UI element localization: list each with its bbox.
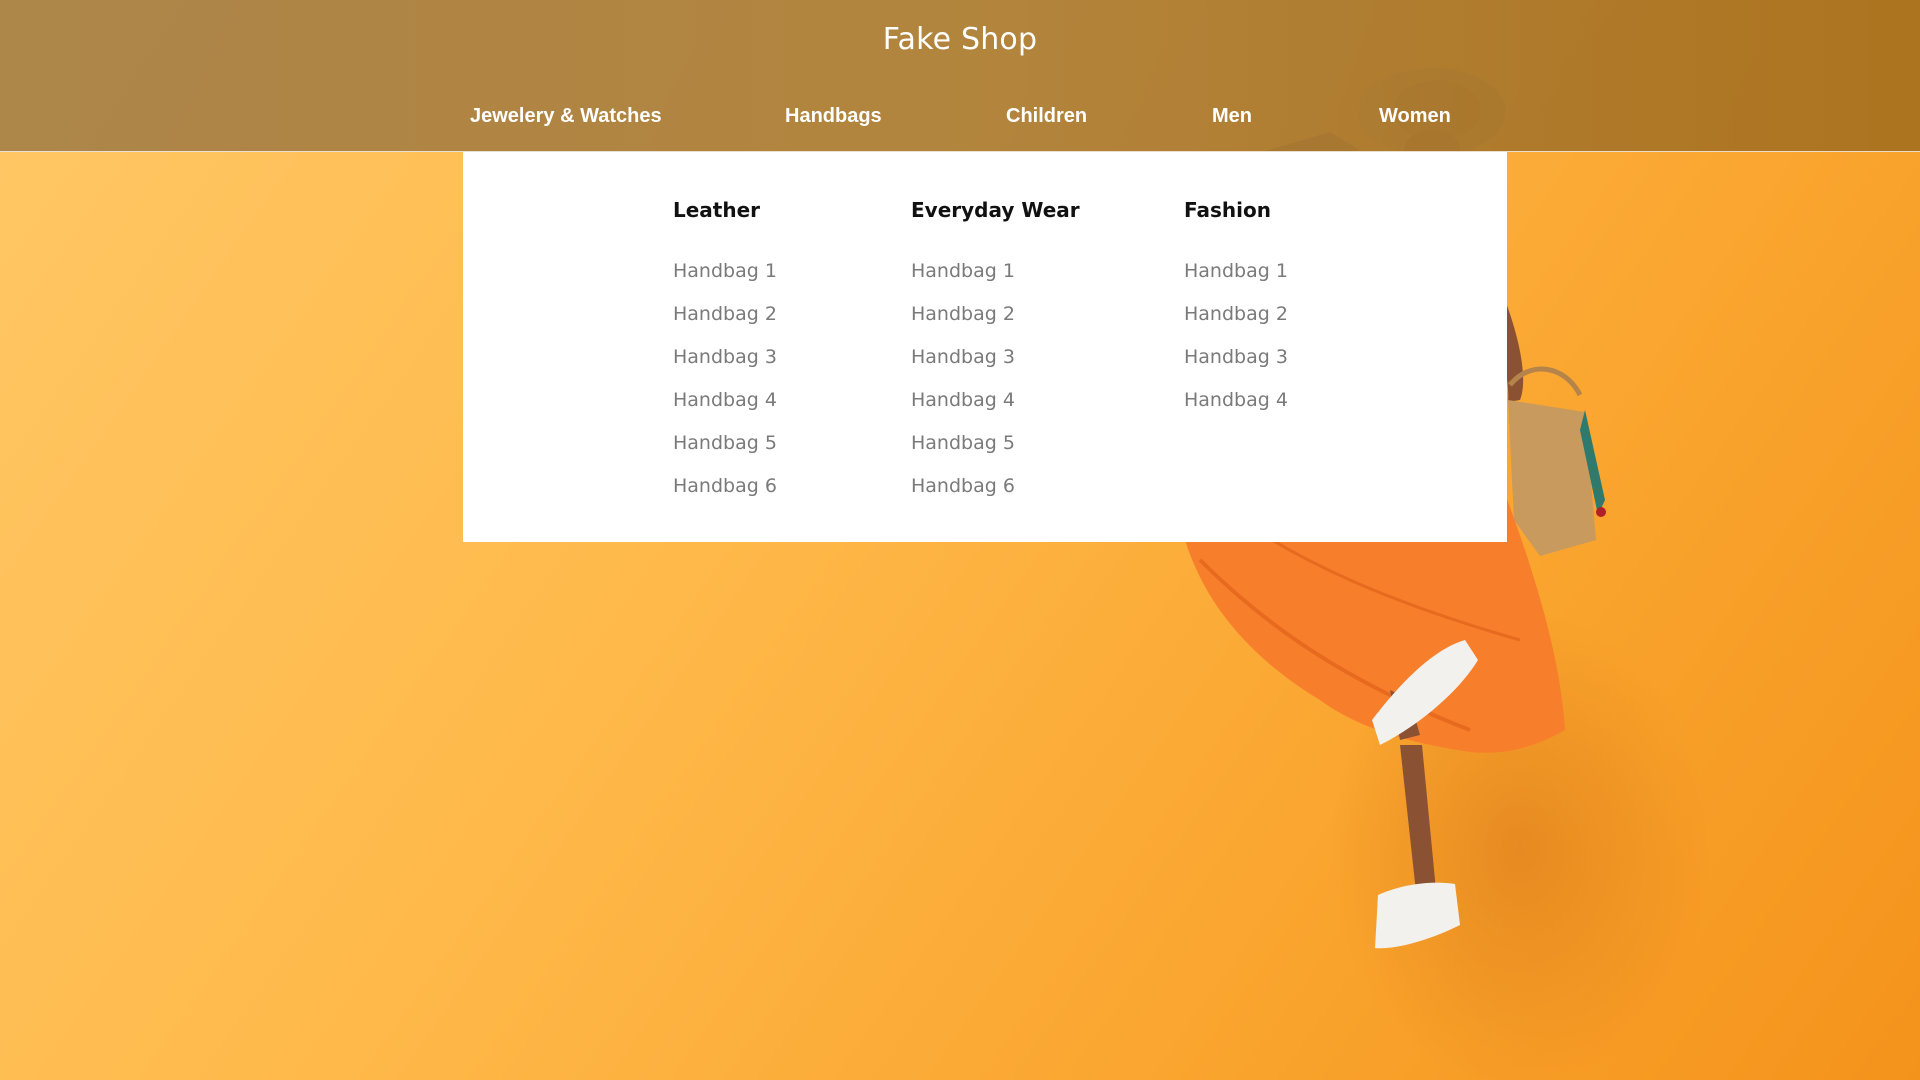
menu-link[interactable]: Handbag 1 (673, 250, 777, 293)
menu-heading: Leather (673, 198, 761, 222)
menu-link[interactable]: Handbag 2 (911, 293, 1080, 336)
menu-link[interactable]: Handbag 4 (1184, 379, 1288, 422)
shop-title[interactable]: Fake Shop (0, 22, 1920, 57)
menu-link[interactable]: Handbag 4 (911, 379, 1080, 422)
menu-link[interactable]: Handbag 1 (911, 250, 1080, 293)
menu-column-everyday-wear: Everyday Wear Handbag 1 Handbag 2 Handba… (911, 196, 1080, 508)
menu-link[interactable]: Handbag 3 (1184, 336, 1288, 379)
nav-item-women[interactable]: Women (1379, 105, 1451, 128)
menu-list: Handbag 1 Handbag 2 Handbag 3 Handbag 4 (1184, 250, 1288, 422)
handbags-dropdown-menu: Leather Handbag 1 Handbag 2 Handbag 3 Ha… (463, 152, 1507, 542)
menu-link[interactable]: Handbag 3 (911, 336, 1080, 379)
nav-item-children[interactable]: Children (1006, 105, 1087, 128)
menu-link[interactable]: Handbag 5 (911, 422, 1080, 465)
menu-link[interactable]: Handbag 1 (1184, 250, 1288, 293)
menu-link[interactable]: Handbag 6 (673, 465, 777, 508)
menu-link[interactable]: Handbag 2 (1184, 293, 1288, 336)
menu-link[interactable]: Handbag 3 (673, 336, 777, 379)
nav-item-handbags[interactable]: Handbags (785, 105, 882, 128)
menu-heading: Fashion (1184, 198, 1271, 222)
nav-item-jewelery-watches[interactable]: Jewelery & Watches (470, 105, 662, 128)
menu-heading: Everyday Wear (911, 198, 1080, 222)
menu-list: Handbag 1 Handbag 2 Handbag 3 Handbag 4 … (673, 250, 777, 508)
main-nav: Jewelery & Watches Handbags Children Men… (0, 105, 1920, 131)
site-header: Fake Shop Jewelery & Watches Handbags Ch… (0, 0, 1920, 152)
menu-list: Handbag 1 Handbag 2 Handbag 3 Handbag 4 … (911, 250, 1080, 508)
menu-link[interactable]: Handbag 5 (673, 422, 777, 465)
menu-column-fashion: Fashion Handbag 1 Handbag 2 Handbag 3 Ha… (1184, 196, 1288, 422)
menu-column-leather: Leather Handbag 1 Handbag 2 Handbag 3 Ha… (673, 196, 777, 508)
menu-link[interactable]: Handbag 4 (673, 379, 777, 422)
menu-link[interactable]: Handbag 6 (911, 465, 1080, 508)
menu-link[interactable]: Handbag 2 (673, 293, 777, 336)
nav-item-men[interactable]: Men (1212, 105, 1252, 128)
